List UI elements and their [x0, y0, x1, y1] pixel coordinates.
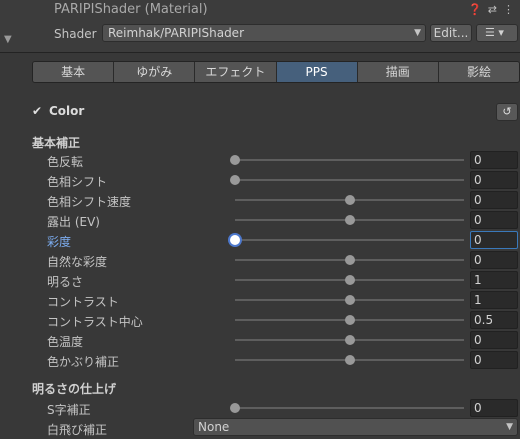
shader-value: Reimhak/PARIPIShader [108, 26, 244, 40]
slider-thumb[interactable] [344, 275, 355, 285]
tab-0[interactable]: 基本 [33, 62, 115, 82]
slider-thumb[interactable] [344, 335, 355, 345]
property-label: 色反転 [47, 155, 84, 169]
shader-dropdown[interactable]: Reimhak/PARIPIShader ▼ [102, 24, 426, 42]
foldout-arrow-icon[interactable]: ▼ [4, 34, 12, 45]
slider-thumb[interactable] [344, 215, 355, 225]
property-label: 自然な彩度 [47, 255, 108, 269]
property-label: 色かぶり補正 [47, 355, 120, 369]
tab-1[interactable]: ゆがみ [114, 62, 196, 82]
slider-thumb[interactable] [344, 315, 355, 325]
tab-bar: 基本 ゆがみ エフェクト PPS 描画 影絵 [32, 61, 520, 83]
property-label: S字補正 [47, 403, 91, 417]
tab-2[interactable]: エフェクト [195, 62, 277, 82]
slider-thumb[interactable] [230, 155, 240, 165]
color-toggle-row[interactable]: ✔ Color [32, 104, 84, 118]
slider-thumb[interactable] [230, 235, 240, 245]
dropdown-arrow-icon: ▼ [414, 28, 421, 38]
value-field[interactable]: 0 [470, 251, 518, 269]
help-icon[interactable]: ❓ [468, 3, 482, 16]
property-label: 明るさ [47, 275, 84, 289]
slider-thumb[interactable] [230, 175, 240, 185]
color-label: Color [49, 104, 85, 118]
value-field[interactable]: 0 [470, 191, 518, 209]
value-field[interactable]: 0 [470, 151, 518, 169]
tab-4[interactable]: 描画 [357, 62, 439, 82]
value-field[interactable]: 0 [470, 399, 518, 417]
value-field[interactable]: 0 [470, 171, 518, 189]
slider-track[interactable] [235, 275, 464, 285]
dropdown-arrow-icon: ▼ [506, 422, 513, 432]
property-label: 彩度 [47, 235, 72, 249]
slider-thumb[interactable] [344, 295, 355, 305]
reset-icon[interactable]: ↺ [496, 103, 518, 121]
value-field[interactable]: 1 [470, 271, 518, 289]
tab-3[interactable]: PPS [276, 62, 358, 82]
slider-track[interactable] [235, 355, 464, 365]
property-label: 色温度 [47, 335, 84, 349]
section-basic-correction: 基本補正 [32, 136, 81, 150]
kebab-menu-icon[interactable]: ⋮ [503, 3, 514, 16]
edit-shader-button[interactable]: Edit... [430, 24, 472, 42]
white-clip-value: None [198, 420, 230, 434]
shader-menu-button[interactable]: ☰ ▾ [476, 24, 518, 42]
slider-track[interactable] [230, 155, 464, 165]
value-field[interactable]: 0.5 [470, 311, 518, 329]
presets-icon[interactable]: ⇄ [488, 3, 497, 16]
slider-track[interactable] [235, 215, 464, 225]
property-label: コントラスト [47, 295, 119, 309]
property-label: 色相シフト速度 [47, 195, 132, 209]
value-field[interactable]: 0 [470, 331, 518, 349]
slider-track[interactable] [235, 295, 464, 305]
value-field[interactable]: 0 [470, 351, 518, 369]
slider-track[interactable] [235, 255, 464, 265]
slider-thumb[interactable] [230, 403, 240, 413]
shader-label: Shader [54, 27, 97, 41]
value-field[interactable]: 0 [470, 231, 518, 249]
property-label: 露出 (EV) [47, 215, 100, 229]
white-clip-dropdown[interactable]: None ▼ [193, 418, 518, 436]
property-label: 色相シフト [47, 175, 108, 189]
white-clip-label: 白飛び補正 [47, 423, 108, 437]
value-field[interactable]: 0 [470, 211, 518, 229]
section-brightness-finish: 明るさの仕上げ [32, 382, 117, 396]
slider-track[interactable] [235, 335, 464, 345]
tab-5[interactable]: 影絵 [438, 62, 519, 82]
slider-track[interactable] [235, 315, 464, 325]
material-title: PARIPIShader (Material) [54, 2, 208, 17]
slider-track[interactable] [230, 175, 464, 185]
slider-thumb[interactable] [344, 355, 355, 365]
header-icons: ❓ ⇄ ⋮ [468, 3, 514, 16]
slider-track[interactable] [230, 403, 464, 413]
slider-track[interactable] [235, 195, 464, 205]
slider-thumb[interactable] [344, 255, 355, 265]
property-label: コントラスト中心 [47, 315, 143, 329]
checkmark-icon[interactable]: ✔ [32, 105, 44, 117]
slider-track[interactable] [230, 235, 464, 245]
slider-thumb[interactable] [344, 195, 355, 205]
material-header: PARIPIShader (Material) ❓ ⇄ ⋮ ▼ Shader R… [0, 0, 520, 53]
value-field[interactable]: 1 [470, 291, 518, 309]
